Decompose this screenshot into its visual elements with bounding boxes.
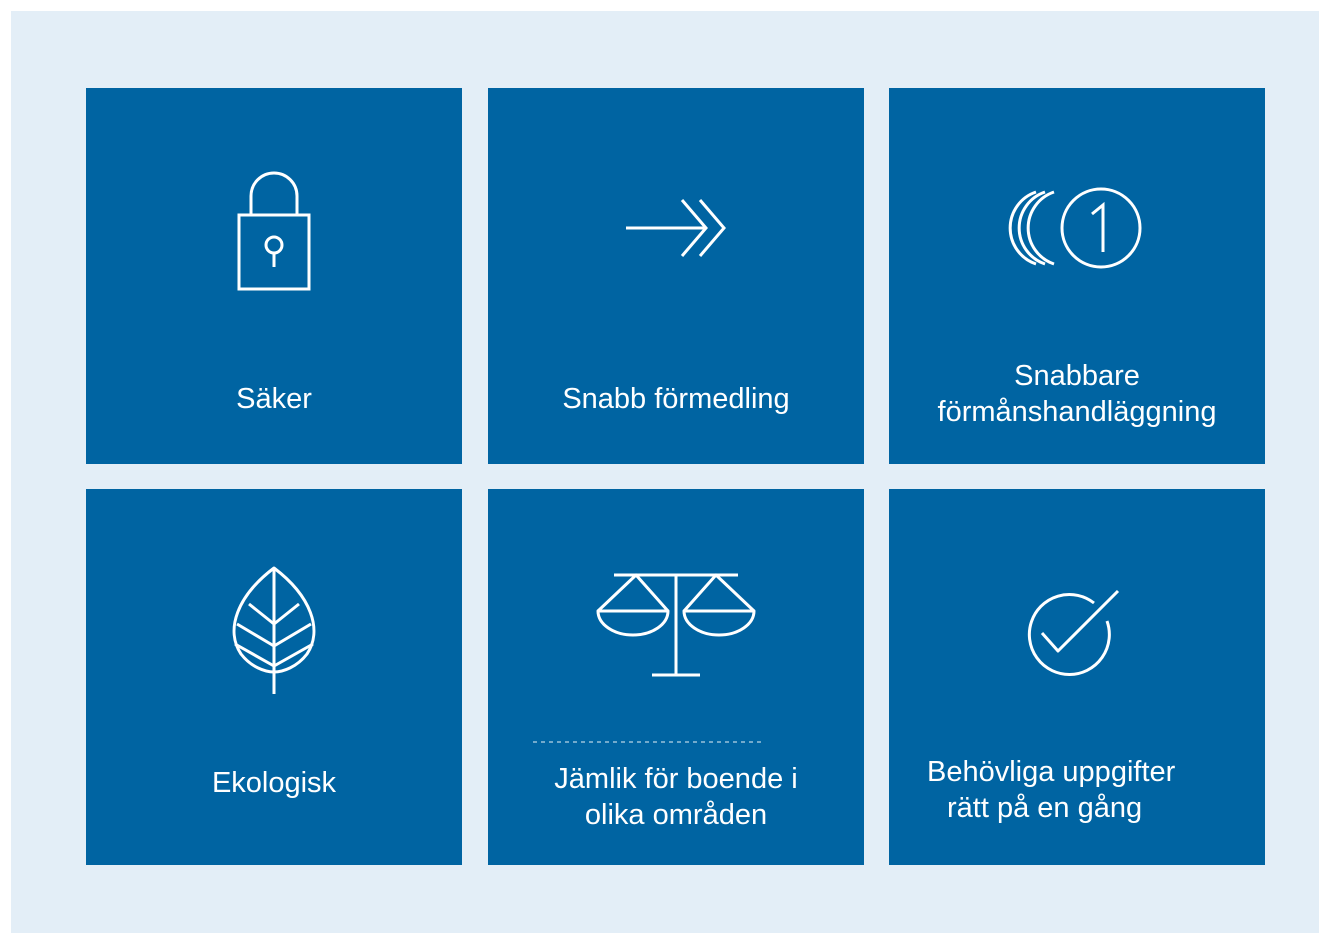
tile-label: Snabb förmedling: [562, 383, 790, 415]
divider: [533, 741, 763, 743]
tile-label: Jämlik för boende i olika områden: [554, 763, 798, 831]
tile-label: Ekologisk: [211, 767, 337, 799]
tile-snabbare-formanshandlaggning: Snabbare förmånshandläggning: [889, 88, 1265, 464]
tile-label: Snabbare förmånshandläggning: [937, 360, 1217, 428]
check-circle-icon: [881, 589, 1257, 679]
benefits-panel: Säker Snabb förmedling Snabbare förmånsh…: [11, 11, 1319, 933]
tile-snabb-formedling: Snabb förmedling: [488, 88, 864, 464]
padlock-icon: [86, 163, 462, 293]
scales-icon: [488, 569, 864, 681]
double-arrow-icon: [488, 196, 864, 260]
leaf-icon: [86, 564, 462, 696]
first-place-circle-icon: [889, 186, 1265, 270]
tile-behovliga-uppgifter: Behövliga uppgifter rätt på en gång: [889, 489, 1265, 865]
tile-label: Behövliga uppgifter rätt på en gång: [927, 756, 1176, 824]
tile-saker: Säker: [86, 88, 462, 464]
tile-label: Säker: [236, 383, 312, 415]
tile-ekologisk: Ekologisk: [86, 489, 462, 865]
tile-jamlik: Jämlik för boende i olika områden: [488, 489, 864, 865]
